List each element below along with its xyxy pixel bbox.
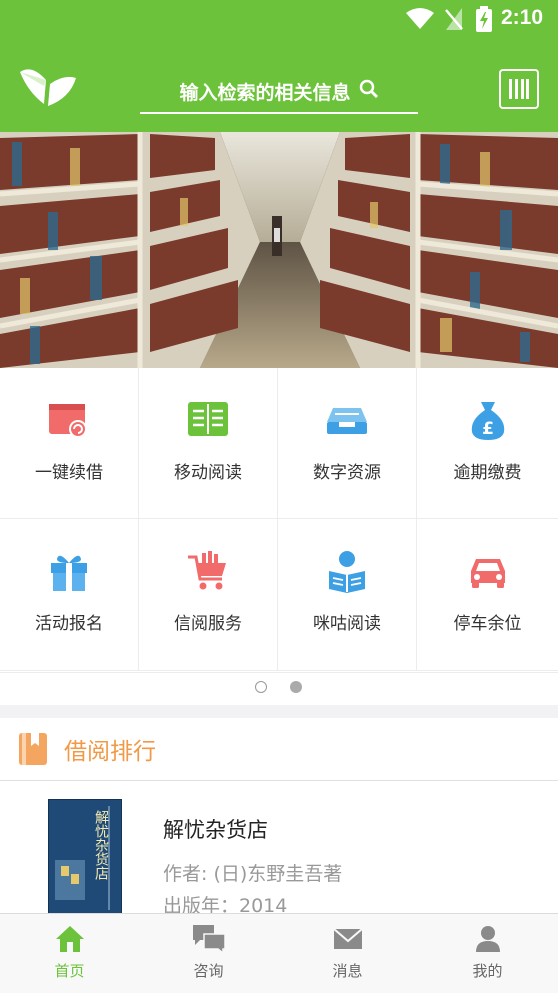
- grid-item-mobile-reading[interactable]: 移动阅读: [139, 368, 278, 519]
- grid-item-label: 数字资源: [313, 463, 381, 483]
- grid-item-label: 逾期缴费: [453, 463, 522, 483]
- grid-item-reading-service[interactable]: 信阅服务: [139, 519, 278, 671]
- gift-icon: [47, 549, 91, 593]
- status-bar: 2:10: [0, 0, 558, 38]
- book-title: 解忧杂货店: [163, 818, 268, 842]
- page-indicator: [0, 672, 558, 705]
- grid-item-label: 停车余位: [453, 614, 522, 634]
- feature-grid: 一键续借 移动阅读 数字资源 £ 逾期缴费 活动报名 信阅服务 咪咕阅读 停车余…: [0, 368, 558, 672]
- library-logo-icon[interactable]: [18, 64, 78, 110]
- reader-person-icon: [325, 549, 369, 593]
- chat-bubbles-icon: [192, 924, 226, 954]
- book-author: 作者: (日)东野圭吾著: [163, 863, 343, 885]
- search-bar[interactable]: 输入检索的相关信息: [140, 70, 418, 114]
- barcode-icon: [509, 79, 529, 99]
- search-placeholder: 输入检索的相关信息: [179, 81, 351, 104]
- grid-item-label: 活动报名: [35, 614, 103, 634]
- wifi-icon: [406, 8, 434, 29]
- no-signal-icon: [445, 8, 463, 30]
- grid-item-label: 信阅服务: [174, 614, 242, 634]
- open-book-icon: [186, 398, 230, 442]
- grid-item-parking[interactable]: 停车余位: [417, 519, 558, 671]
- status-time: 2:10: [501, 6, 544, 29]
- grid-item-migu-reading[interactable]: 咪咕阅读: [278, 519, 417, 671]
- grid-item-digital-resources[interactable]: 数字资源: [278, 368, 417, 519]
- bottom-tab-bar: 首页 咨询 消息 我的: [0, 913, 558, 993]
- tab-label: 消息: [332, 962, 363, 980]
- car-icon: [466, 549, 510, 593]
- shopping-cart-icon: [186, 549, 230, 593]
- grid-item-label: 一键续借: [35, 463, 103, 483]
- book-renew-icon: [47, 398, 91, 442]
- tab-mine[interactable]: 我的: [417, 914, 558, 993]
- app-header: 输入检索的相关信息: [0, 38, 558, 132]
- book-year: 出版年：2014: [163, 895, 288, 913]
- person-icon: [471, 924, 505, 954]
- mail-icon: [331, 924, 365, 954]
- grid-item-activity-signup[interactable]: 活动报名: [0, 519, 139, 671]
- page-dot-1[interactable]: [255, 681, 267, 693]
- tab-label: 首页: [54, 962, 85, 980]
- banner-image-library-shelves[interactable]: [0, 132, 558, 368]
- ranking-section-header: 借阅排行: [0, 718, 558, 781]
- grid-item-renew[interactable]: 一键续借: [0, 368, 139, 519]
- grid-item-label: 移动阅读: [174, 463, 242, 483]
- bookmark-book-icon: [19, 733, 47, 765]
- home-icon: [53, 924, 87, 954]
- money-bag-icon: £: [466, 398, 510, 442]
- search-icon: [359, 79, 379, 104]
- grid-item-overdue-payment[interactable]: £ 逾期缴费: [417, 368, 558, 519]
- tab-consult[interactable]: 咨询: [139, 914, 278, 993]
- svg-text:£: £: [482, 419, 494, 439]
- tab-label: 我的: [472, 962, 503, 980]
- grid-item-label: 咪咕阅读: [313, 614, 381, 634]
- book-cover-image: 解忧杂货店: [48, 799, 122, 913]
- ranking-title: 借阅排行: [64, 739, 156, 765]
- barcode-scan-button[interactable]: [499, 69, 539, 109]
- tab-home[interactable]: 首页: [0, 914, 139, 993]
- page-dot-2-active[interactable]: [290, 681, 302, 693]
- tab-label: 咨询: [193, 962, 224, 980]
- book-list-item[interactable]: 解忧杂货店 解忧杂货店 作者: (日)东野圭吾著 出版年：2014: [0, 781, 558, 913]
- inbox-tray-icon: [325, 398, 369, 442]
- book-cover-title: 解忧杂货店: [93, 810, 109, 880]
- battery-charging-icon: [476, 6, 492, 32]
- tab-messages[interactable]: 消息: [278, 914, 417, 993]
